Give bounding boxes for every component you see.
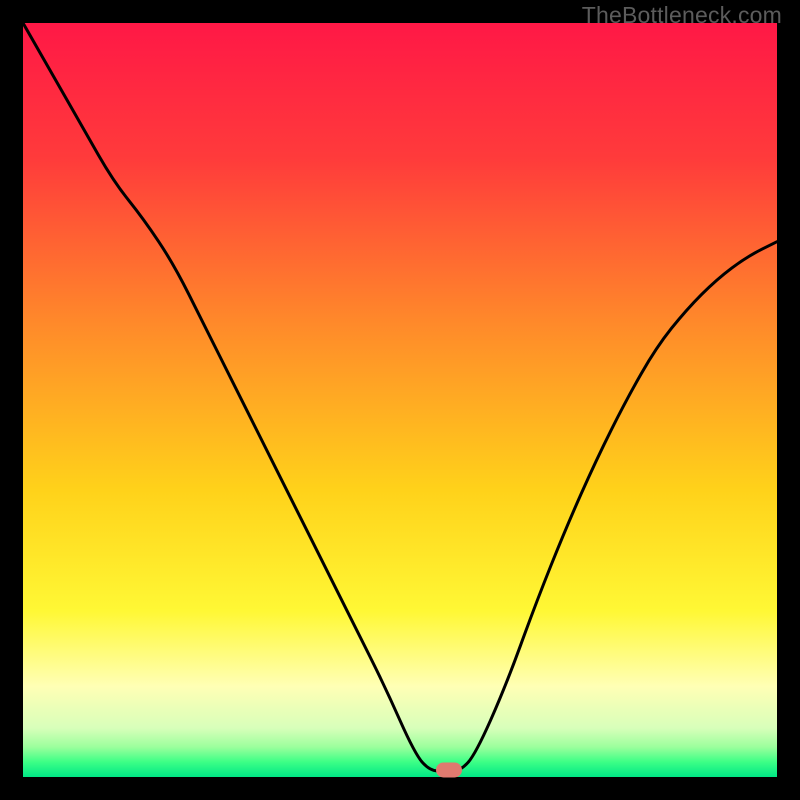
plot-area <box>23 23 777 777</box>
bottleneck-curve <box>23 23 777 777</box>
watermark-text: TheBottleneck.com <box>582 2 782 29</box>
chart-frame: TheBottleneck.com <box>0 0 800 800</box>
optimal-marker <box>436 763 462 778</box>
